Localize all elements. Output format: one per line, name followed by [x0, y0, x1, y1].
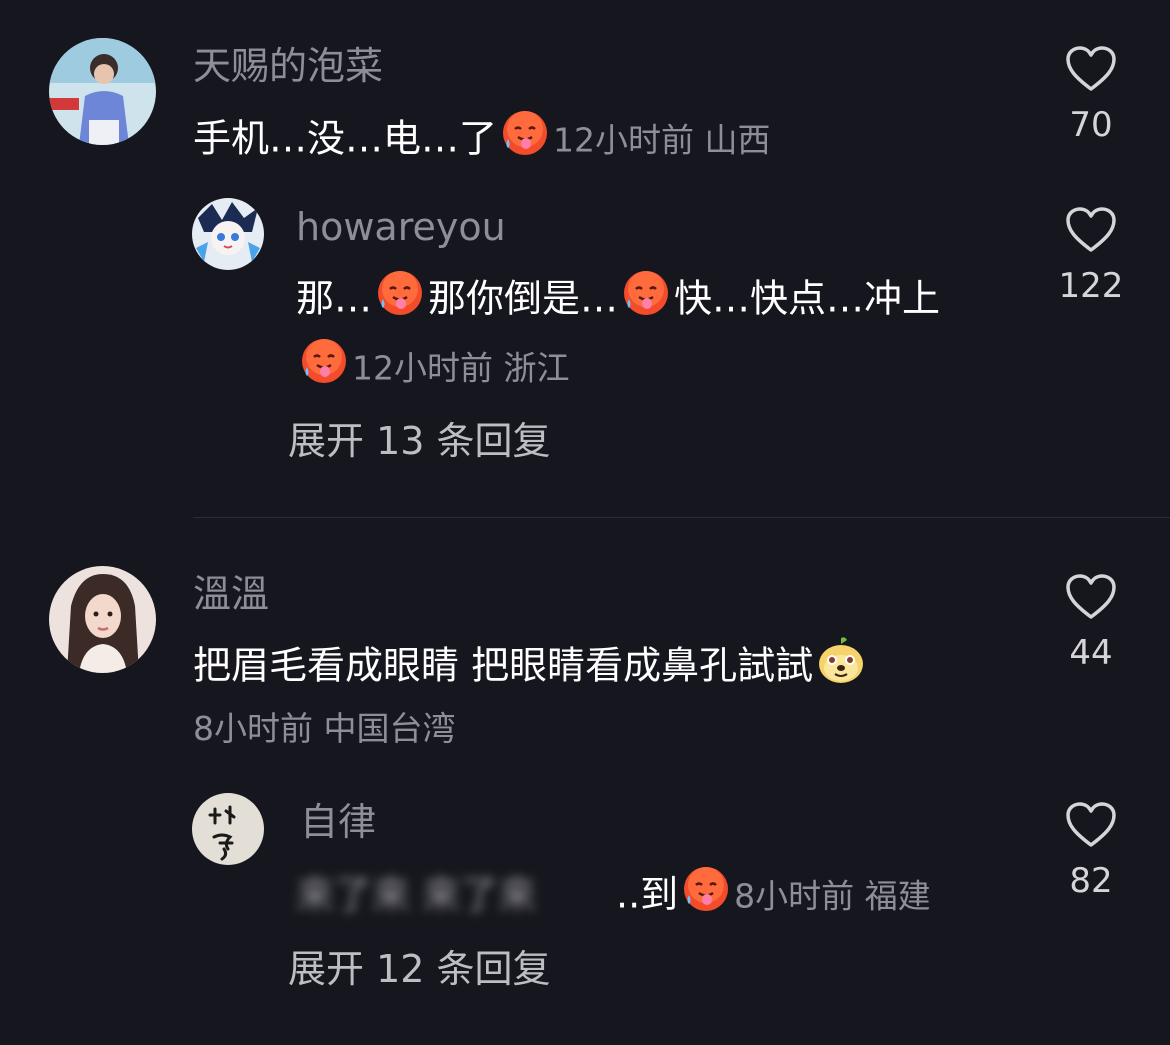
hot-face-icon: [499, 107, 551, 169]
comment-username[interactable]: 天赐的泡菜: [193, 43, 383, 89]
like-count: 44: [1069, 633, 1113, 673]
comment-time: 12小时前: [553, 120, 695, 160]
reply-time: 8小时前: [734, 876, 855, 916]
avatar[interactable]: [192, 198, 264, 270]
like-count: 82: [1069, 861, 1113, 901]
reply-body-part: 那你倒是…: [428, 276, 619, 321]
divider: [193, 517, 1170, 518]
heart-icon: [1066, 207, 1116, 252]
reply-time: 12小时前: [352, 348, 493, 388]
expand-replies-button[interactable]: 展开 12 条回复: [288, 946, 551, 992]
like-button[interactable]: 70: [1043, 45, 1139, 145]
reply-username[interactable]: 自律: [300, 799, 376, 845]
avatar[interactable]: [49, 566, 156, 673]
like-button[interactable]: 44: [1043, 573, 1139, 673]
heart-icon: [1066, 802, 1116, 847]
like-count: 122: [1058, 266, 1124, 306]
comments-panel: 天赐的泡菜 手机…没…电…了 12小时前 山西 70 howareyou 那… …: [0, 0, 1170, 1045]
reply-location: 福建: [864, 876, 931, 916]
doge-face-icon: [815, 634, 867, 696]
reply-username[interactable]: howareyou: [296, 204, 506, 250]
reply-text-line2: 12小时前 浙江: [296, 338, 570, 400]
reply-body-part: 那…: [296, 276, 373, 321]
avatar[interactable]: [49, 38, 156, 145]
hot-face-icon: [620, 267, 672, 329]
like-button[interactable]: 122: [1043, 206, 1139, 306]
reply-location: 浙江: [503, 348, 570, 388]
heart-icon: [1066, 46, 1116, 91]
comment-time: 8小时前: [193, 709, 313, 748]
reply-text: 来了来 来了来 ..到 8小时前 福建: [296, 866, 931, 928]
comment-body: 把眉毛看成眼睛 把眼睛看成鼻孔試試: [193, 643, 814, 688]
like-button[interactable]: 82: [1043, 801, 1139, 901]
like-count: 70: [1069, 105, 1113, 145]
comment-username[interactable]: 溫溫: [193, 571, 269, 617]
avatar[interactable]: [192, 793, 264, 865]
hot-face-icon: [298, 335, 350, 397]
comment-text: 手机…没…电…了 12小时前 山西: [193, 110, 771, 172]
comment-body: 手机…没…电…了: [193, 116, 498, 161]
expand-replies-button[interactable]: 展开 13 条回复: [288, 418, 551, 464]
heart-icon: [1066, 574, 1116, 619]
comment-location: 山西: [704, 120, 771, 160]
reply-body: ..到: [616, 872, 679, 917]
comment-location: 中国台湾: [323, 709, 456, 748]
hot-face-icon: [374, 267, 426, 329]
reply-body-part: 快…快点…冲上: [674, 276, 941, 321]
comment-text: 把眉毛看成眼睛 把眼睛看成鼻孔試試: [193, 637, 869, 699]
reply-text: 那… 那你倒是… 快…快点…冲上: [296, 270, 940, 332]
comment-meta: 8小时前 中国台湾: [193, 706, 456, 752]
hot-face-icon: [680, 863, 732, 925]
blurred-text: 来了来 来了来: [296, 872, 537, 917]
